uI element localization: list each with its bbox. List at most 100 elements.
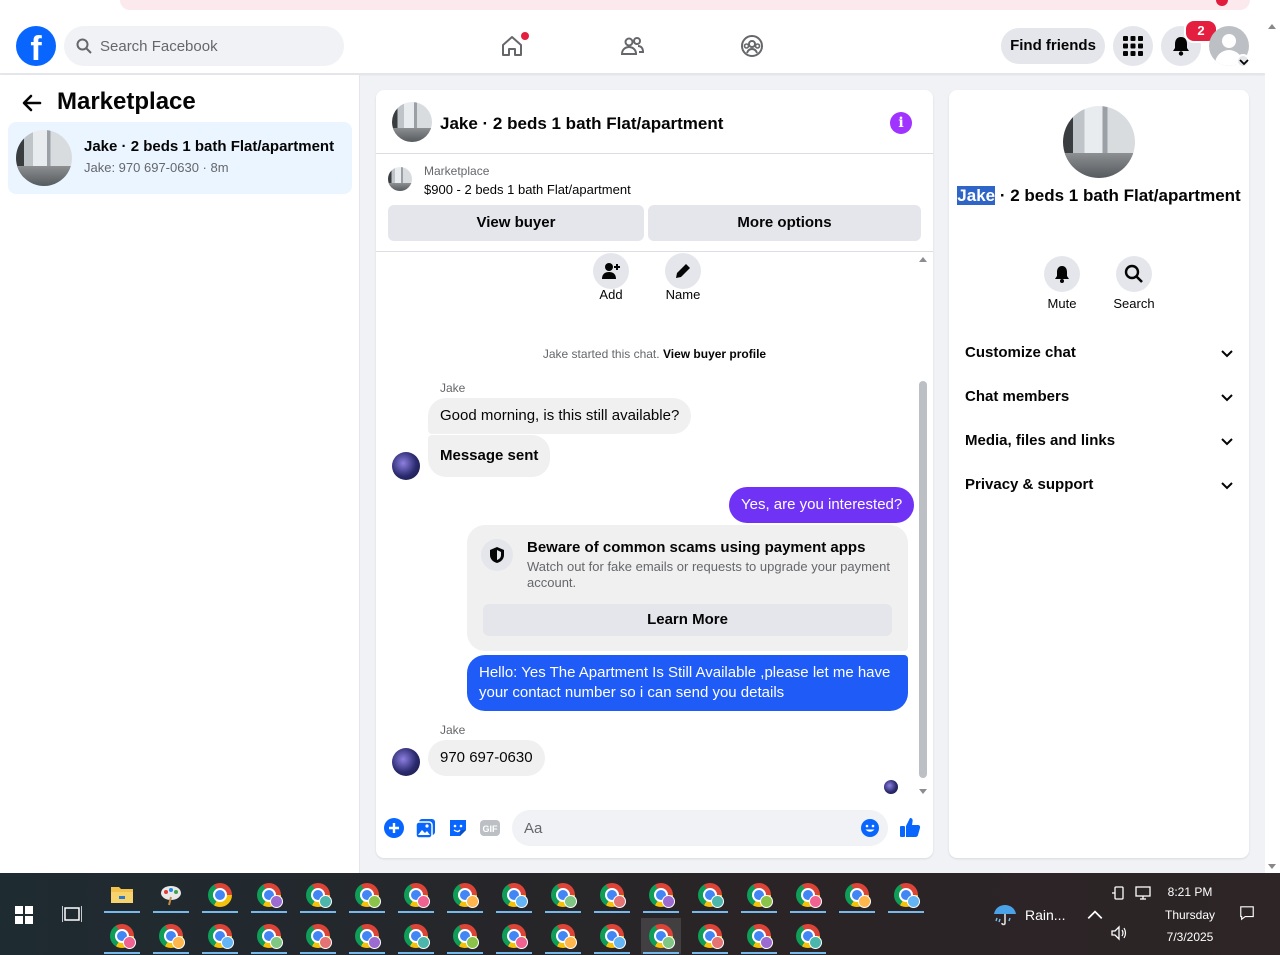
chat-title[interactable]: Jake · 2 beds 1 bath Flat/apartment [440, 114, 723, 134]
network-icon[interactable] [1134, 885, 1152, 901]
chrome-window-icon[interactable] [494, 918, 534, 954]
edit-name-button[interactable] [665, 253, 701, 289]
outgoing-message-long[interactable]: Hello: Yes The Apartment Is Still Availa… [467, 655, 908, 711]
view-buyer-button[interactable]: View buyer [388, 205, 644, 241]
chrome-window-icon[interactable] [592, 877, 632, 913]
chrome-window-icon[interactable] [494, 877, 534, 913]
view-buyer-profile-link[interactable]: View buyer profile [663, 347, 766, 361]
clock-time[interactable]: 8:21 PM [1160, 885, 1220, 899]
pencil-icon [676, 264, 690, 278]
add-person-button[interactable] [593, 253, 629, 289]
listing-price-title[interactable]: $900 - 2 beds 1 bath Flat/apartment [424, 182, 631, 197]
chat-started-notice: Jake started this chat. View buyer profi… [376, 347, 933, 361]
chrome-window-icon[interactable] [298, 918, 338, 954]
menu-button[interactable] [1113, 26, 1153, 66]
chevron-up-icon[interactable] [1086, 907, 1104, 923]
chrome-window-icon[interactable] [249, 918, 289, 954]
sender-name: Jake [440, 381, 466, 395]
sticker-icon[interactable] [446, 816, 470, 840]
listing-small-thumbnail [388, 167, 412, 191]
clock-date[interactable]: 7/3/2025 [1160, 930, 1220, 944]
chrome-window-icon[interactable] [151, 918, 191, 954]
privacy-support-row[interactable]: Privacy & support [965, 476, 1235, 500]
device-icon[interactable] [1110, 885, 1128, 901]
chrome-window-icon[interactable] [739, 918, 779, 954]
listing-thumbnail [16, 130, 72, 186]
conversation-item[interactable]: Jake · 2 beds 1 bath Flat/apartment Jake… [8, 122, 352, 194]
incoming-message[interactable]: Good morning, is this still available? [428, 398, 692, 434]
emoji-icon[interactable] [860, 818, 880, 838]
chrome-window-icon[interactable] [690, 877, 730, 913]
chrome-window-icon[interactable] [641, 877, 681, 913]
mute-button[interactable] [1044, 256, 1080, 292]
chrome-window-icon[interactable] [788, 877, 828, 913]
back-arrow-icon[interactable] [20, 91, 44, 115]
chrome-window-icon[interactable] [102, 918, 142, 954]
chrome-window-icon[interactable] [249, 877, 289, 913]
message-input[interactable] [524, 810, 844, 846]
chrome-window-icon[interactable] [200, 877, 240, 913]
browser-address-area[interactable] [120, 0, 1250, 10]
file-explorer-icon[interactable] [102, 877, 142, 913]
chrome-window-icon[interactable] [543, 877, 583, 913]
chat-members-row[interactable]: Chat members [965, 388, 1235, 412]
search-label: Search [1113, 296, 1155, 311]
media-files-links-row[interactable]: Media, files and links [965, 432, 1235, 456]
windows-start-icon[interactable] [15, 906, 33, 924]
find-friends-button[interactable]: Find friends [1001, 28, 1105, 64]
notification-center-icon[interactable] [1238, 905, 1256, 921]
paint-app-icon[interactable] [151, 877, 191, 913]
chrome-window-icon[interactable] [298, 877, 338, 913]
chrome-window-icon[interactable] [445, 918, 485, 954]
chrome-window-icon[interactable] [739, 877, 779, 913]
info-icon[interactable]: i [890, 112, 912, 134]
chrome-window-icon[interactable] [347, 877, 387, 913]
plus-circle-icon[interactable] [382, 816, 406, 840]
customize-chat-row[interactable]: Customize chat [965, 344, 1235, 368]
more-options-button[interactable]: More options [648, 205, 921, 241]
clock-day[interactable]: Thursday [1160, 908, 1220, 922]
incoming-message-sent-card[interactable]: Message sent [428, 435, 551, 477]
marketplace-inbox-panel: Marketplace Jake · 2 beds 1 bath Flat/ap… [0, 75, 360, 873]
page-scrollbar[interactable] [1265, 18, 1280, 873]
search-conversation-button[interactable] [1116, 256, 1152, 292]
sender-avatar[interactable] [392, 452, 420, 480]
chrome-window-icon[interactable] [690, 918, 730, 954]
search-box[interactable] [64, 26, 344, 66]
chat-thumbnail[interactable] [392, 102, 432, 142]
chrome-window-icon[interactable] [592, 918, 632, 954]
chrome-window-icon[interactable] [396, 877, 436, 913]
message-input-box[interactable] [512, 810, 888, 846]
chrome-window-icon[interactable] [445, 877, 485, 913]
nav-home[interactable] [494, 28, 530, 64]
chrome-window-icon[interactable] [543, 918, 583, 954]
chrome-window-icon[interactable] [886, 877, 926, 913]
search-input[interactable] [100, 26, 330, 66]
seen-receipt-avatar [884, 780, 898, 794]
chat-scrollbar[interactable] [917, 253, 929, 798]
photo-icon[interactable] [414, 816, 438, 840]
account-caret[interactable] [1236, 54, 1250, 68]
task-view-icon[interactable] [62, 905, 82, 923]
chat-panel: Jake · 2 beds 1 bath Flat/apartment i Ma… [376, 90, 933, 858]
umbrella-weather-icon[interactable] [992, 903, 1018, 927]
chrome-window-icon[interactable] [641, 918, 681, 954]
home-notification-dot [521, 32, 529, 40]
chrome-window-icon[interactable] [396, 918, 436, 954]
facebook-logo[interactable]: f [16, 26, 56, 66]
incoming-phone-message[interactable]: 970 697-0630 [428, 740, 545, 776]
chrome-window-icon[interactable] [200, 918, 240, 954]
outgoing-message[interactable]: Yes, are you interested? [729, 487, 915, 523]
sender-avatar-2[interactable] [392, 748, 420, 776]
chrome-window-icon[interactable] [788, 918, 828, 954]
thumbs-up-icon[interactable] [898, 816, 922, 840]
gif-icon[interactable]: GIF [478, 816, 502, 840]
chrome-window-icon[interactable] [837, 877, 877, 913]
volume-icon[interactable] [1110, 925, 1128, 941]
weather-text[interactable]: Rain... [1025, 907, 1065, 923]
chrome-window-icon[interactable] [347, 918, 387, 954]
nav-friends[interactable] [614, 28, 650, 64]
chat-info-thumbnail[interactable] [1063, 106, 1135, 178]
nav-groups[interactable] [734, 28, 770, 64]
learn-more-button[interactable]: Learn More [483, 604, 892, 636]
